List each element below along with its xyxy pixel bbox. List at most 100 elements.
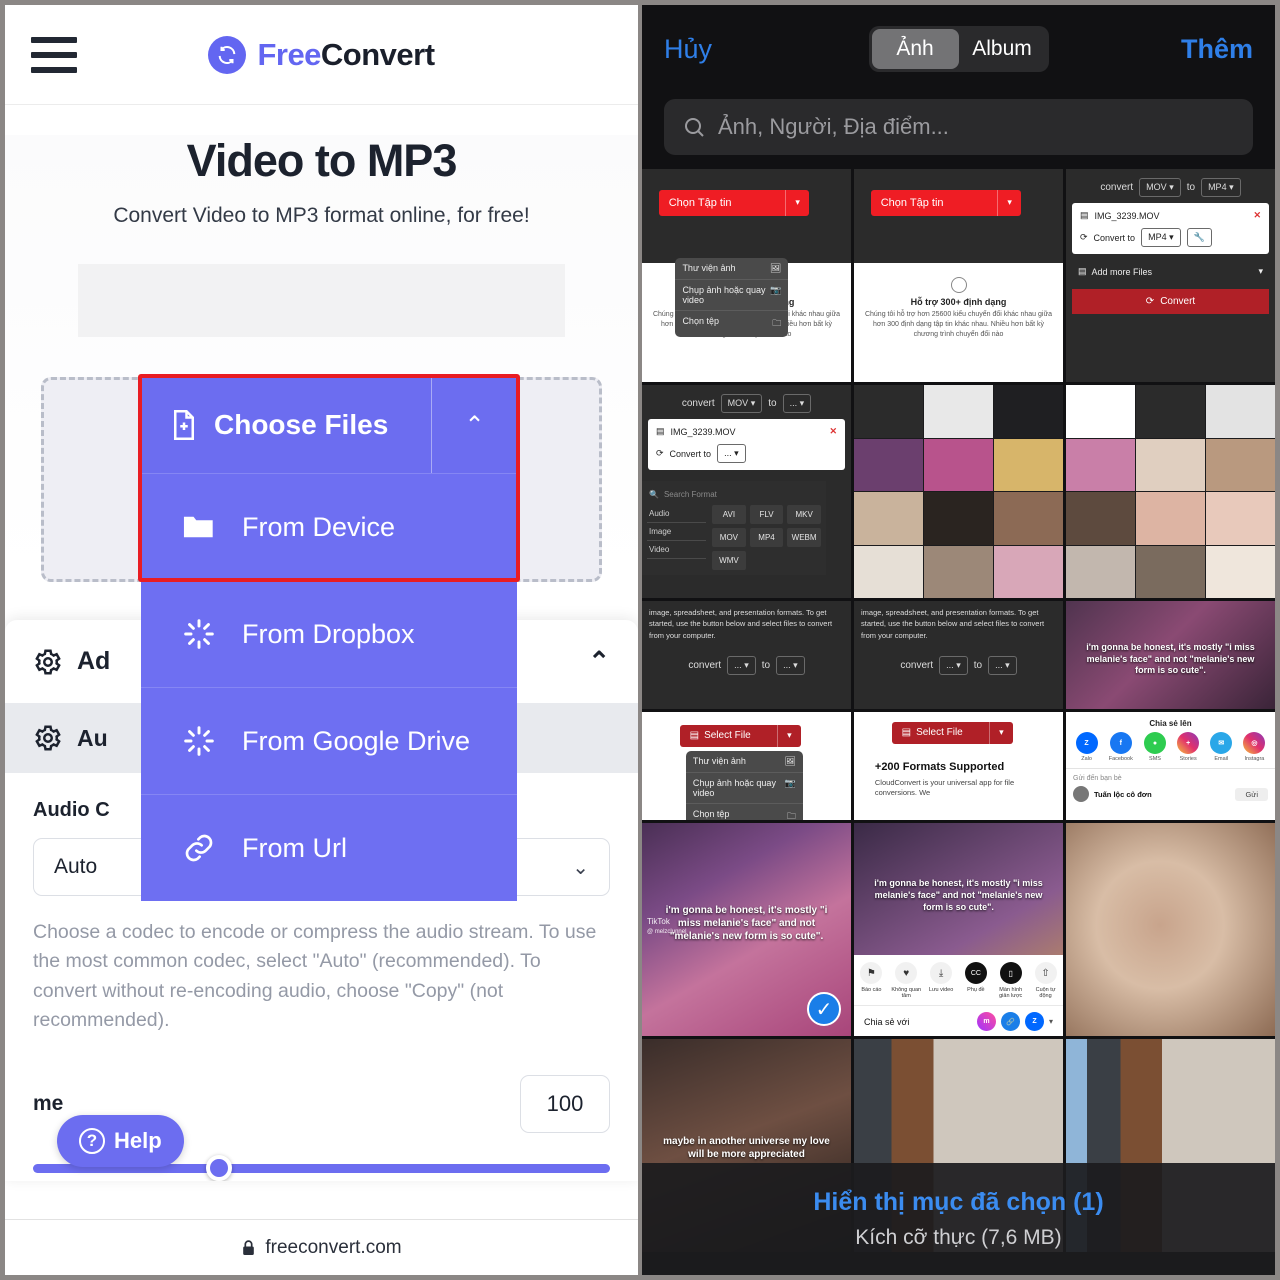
tab-albums[interactable]: Album (959, 29, 1046, 69)
flag-icon: ⚑ (860, 962, 883, 984)
photo-thumb-selected[interactable]: TikTok @ melzclunnel i'm gonna be honest… (642, 823, 851, 1036)
formats-heading-en: +200 Formats Supported (874, 760, 1005, 773)
photo-thumb[interactable]: convert MOV ▾ to ... ▾ ▤ IMG_3239.MOV ✕ … (642, 385, 851, 598)
formats-heading: Hỗ trợ 300+ định dạng (910, 296, 1007, 307)
instagram-icon: ◎ (1243, 732, 1266, 754)
screenshot-cloudconvert-mp4: convert MOV ▾ to MP4 ▾ ▤ IMG_3239.MOV ✕ … (1066, 169, 1275, 382)
tab-photos[interactable]: Ảnh (871, 29, 959, 69)
ctx-item: Chọn tệp 🗀 (675, 311, 788, 337)
zalo-icon: Z (1075, 732, 1098, 754)
dropdown-item-from-device[interactable]: From Device (141, 473, 517, 580)
tiktok-action: ⤓ Lưu video (924, 962, 957, 999)
share-app: + Stories (1177, 732, 1200, 762)
folder-icon: 🗀 (786, 810, 796, 820)
file-name: IMG_3239.MOV (1094, 210, 1160, 221)
chevron-down-icon: ▾ (776, 724, 801, 747)
camera-icon: 📷 (784, 777, 796, 788)
photo-thumb[interactable]: ▤ Select File ▾ Thư viện ảnh 🖼 Chụp ảnh h… (642, 712, 851, 820)
picker-footer: Hiển thị mục đã chọn (1) Kích cỡ thực (7… (642, 1163, 1275, 1275)
lock-icon (243, 1240, 255, 1255)
photos-icon: 🖼 (769, 263, 782, 274)
hamburger-menu-icon[interactable] (31, 36, 77, 73)
select-file-label: Select File (704, 730, 751, 742)
facebook-icon: f (1109, 732, 1132, 754)
cc-body-text: image, spreadsheet, and presentation for… (861, 608, 1045, 640)
share-app: Z Zalo (1075, 732, 1098, 762)
add-button[interactable]: Thêm (1181, 34, 1253, 65)
dropdown-item-from-dropbox[interactable]: From Dropbox (141, 580, 517, 687)
format-search-panel: 🔍 Search Format Audio Image Video AVI FL… (642, 480, 826, 575)
close-icon: ✕ (1253, 210, 1261, 220)
photo-thumb[interactable] (854, 385, 1063, 598)
photo-thumb[interactable]: Chọn Tập tin ▾ Hỗ trợ 300+ định dạng Chú… (854, 169, 1063, 382)
photo-thumb[interactable] (1066, 823, 1275, 1036)
share-app: ◎ Instagra (1243, 732, 1266, 762)
tiktok-share-row: Chia sẻ với m 🔗 Z ▾ (854, 1005, 1063, 1031)
cc-icon: CC (964, 962, 987, 984)
stories-icon: + (1177, 732, 1200, 754)
photo-thumb[interactable]: image, spreadsheet, and presentation for… (642, 601, 851, 709)
advanced-options-label: Ad (77, 647, 111, 675)
search-input[interactable]: Ảnh, Người, Địa điểm... (664, 99, 1253, 155)
choose-files-main[interactable]: Choose Files (141, 377, 431, 473)
screenshot-freeconvert-vi-menu: Chọn Tập tin ▾ Thư viện ảnh 🖼 Chụp ảnh ho… (642, 169, 851, 382)
volume-input[interactable]: 100 (520, 1075, 610, 1133)
choose-files-button[interactable]: Choose Files ⌃ (141, 377, 517, 473)
photo-thumb[interactable]: Chọn Tập tin ▾ Thư viện ảnh 🖼 Chụp ảnh ho… (642, 169, 851, 382)
screenshot-format-picker: convert MOV ▾ to ... ▾ ▤ IMG_3239.MOV ✕ … (642, 385, 851, 598)
choose-files-label: Choose Files (214, 409, 389, 440)
close-icon: ✕ (829, 426, 837, 436)
tiktok-action: ▯ Màn hình giản lược (994, 962, 1027, 999)
dropdown-item-label: From Dropbox (242, 618, 415, 649)
dropdown-toggle-chevron-up-icon[interactable]: ⌃ (431, 377, 517, 473)
dropdown-item-from-google-drive[interactable]: From Google Drive (141, 687, 517, 794)
wrench-icon: 🔧 (1186, 228, 1212, 247)
ctx-item: Chọn tệp 🗀 (686, 804, 803, 820)
photo-thumb[interactable]: i'm gonna be honest, it's mostly "i miss… (1066, 601, 1275, 709)
refresh-icon: ⟳ (656, 448, 664, 458)
url-text: freeconvert.com (265, 1236, 402, 1258)
spinner-icon (181, 618, 217, 650)
help-button[interactable]: ? Help (57, 1115, 184, 1167)
photo-thumb[interactable]: image, spreadsheet, and presentation for… (854, 601, 1063, 709)
sms-icon: ● (1144, 732, 1166, 754)
photo-thumb[interactable]: i'm gonna be honest, it's mostly "i miss… (854, 823, 1063, 1036)
screenshot-200-formats: ▤ Select File ▾ +200 Formats Supported C… (854, 712, 1063, 820)
mini-collage (854, 385, 1063, 598)
screenshot-root: FreeConvert Video to MP3 Convert Video t… (0, 0, 1280, 1280)
slider-thumb[interactable] (206, 1155, 233, 1181)
formats-body-en: CloudConvert is your universal app for f… (874, 777, 1015, 798)
ctx-item: Thư viện ảnh 🖼 (685, 751, 803, 773)
download-icon: ⤓ (930, 962, 953, 984)
photo-thumb[interactable] (1066, 385, 1275, 598)
page-subtitle: Convert Video to MP3 format online, for … (113, 204, 530, 227)
convert-button: ⟳ Convert (1072, 289, 1269, 314)
file-card: ▤ IMG_3239.MOV ✕ ⟳ Convert to ... ▾ (648, 419, 845, 470)
cancel-button[interactable]: Hủy (664, 34, 712, 65)
face-closeup-photo (1066, 823, 1275, 1036)
share-with-label: Chia sẻ với (864, 1016, 910, 1027)
link-icon (181, 832, 217, 864)
photo-thumb[interactable]: Chia sẻ lên Z Zalo f Facebook ● SMS + Storie… (1066, 712, 1275, 820)
share-app: f Facebook (1109, 732, 1133, 762)
photo-thumb[interactable]: convert MOV ▾ to MP4 ▾ ▤ IMG_3239.MOV ✕ … (1066, 169, 1275, 382)
screenshot-cc-text-2: image, spreadsheet, and presentation for… (854, 601, 1063, 709)
photo-thumb[interactable]: ▤ Select File ▾ +200 Formats Supported C… (854, 712, 1063, 820)
tiktok-action-menu-shot: i'm gonna be honest, it's mostly "i miss… (854, 823, 1063, 1036)
browser-url-bar[interactable]: freeconvert.com (5, 1219, 638, 1275)
screenshot-selectfile-menu: ▤ Select File ▾ Thư viện ảnh 🖼 Chụp ảnh h… (642, 712, 851, 820)
ctx-item: Thư viện ảnh 🖼 (675, 258, 789, 281)
dropdown-item-from-url[interactable]: From Url (141, 794, 517, 901)
search-placeholder: Ảnh, Người, Địa điểm... (718, 114, 949, 139)
search-icon (685, 118, 704, 137)
email-icon: ✉ (1210, 732, 1233, 754)
picker-toolbar: Hủy Ảnh Album Thêm (642, 5, 1275, 93)
search-format-placeholder: Search Format (663, 489, 717, 499)
gear-icon (35, 649, 61, 674)
video-caption: i'm gonna be honest, it's mostly "i miss… (874, 878, 1043, 912)
segmented-control[interactable]: Ảnh Album (868, 26, 1049, 72)
show-selected-button[interactable]: Hiển thị mục đã chọn (1) (813, 1188, 1103, 1217)
chevron-up-icon[interactable]: ⌃ (588, 646, 610, 677)
camera-icon: 📷 (770, 285, 782, 296)
spinner-icon (181, 725, 217, 757)
